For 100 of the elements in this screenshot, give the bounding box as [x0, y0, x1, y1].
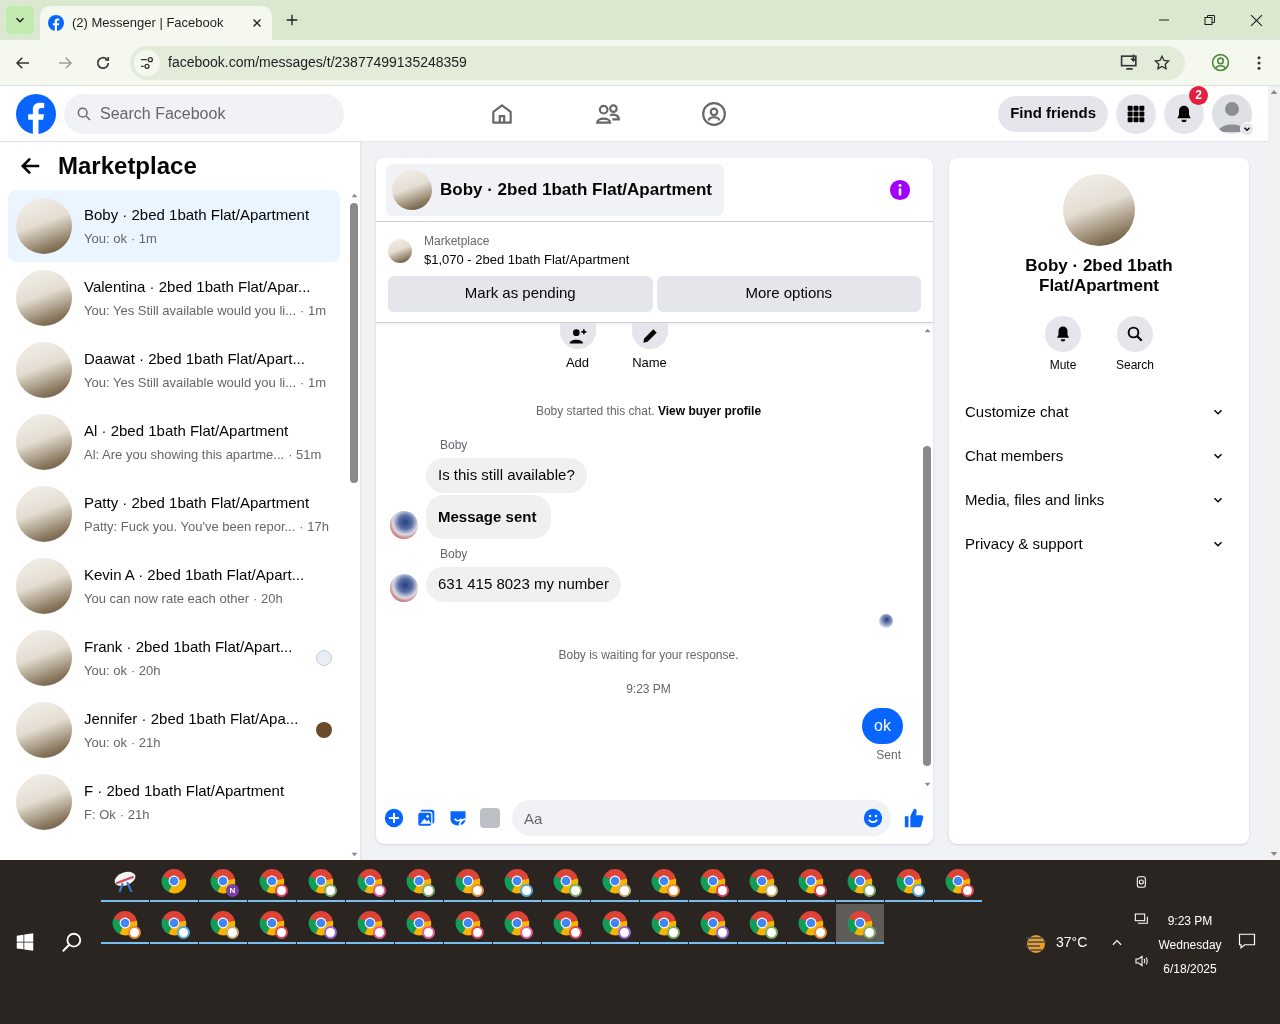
url-text: facebook.com/messages/t/23877499135248359	[168, 53, 468, 72]
message-bubble: Is this still available?	[426, 458, 587, 493]
message-time: · 21h	[130, 733, 161, 752]
browser-tab[interactable]: (2) Messenger | Facebook	[40, 6, 272, 40]
site-settings-icon[interactable]	[139, 54, 155, 71]
browser-icon	[602, 910, 628, 936]
account-button[interactable]	[1212, 93, 1252, 134]
clock-date: 6/18/2025	[1163, 961, 1217, 978]
message-bubble: ok	[862, 707, 903, 744]
profile-action-button[interactable]: Mute	[1039, 316, 1087, 374]
view-buyer-profile-link[interactable]: View buyer profile	[657, 404, 762, 418]
chat-started-notice: Boby started this chat. View buyer profile	[534, 403, 763, 420]
message-preview: You: Yes Still available would you li...	[84, 301, 296, 320]
message-time: · 20h	[130, 661, 161, 680]
scroll-up-arrow-icon[interactable]	[1269, 88, 1279, 96]
tab-title: (2) Messenger | Facebook	[72, 14, 225, 33]
browser-icon	[504, 910, 530, 936]
back-arrow-icon[interactable]	[20, 155, 42, 177]
browser-icon	[455, 910, 481, 936]
browser-icon	[308, 910, 334, 936]
chat-title: Boby · 2bed 1bath Flat/Apartment	[440, 178, 714, 201]
message-input[interactable]: Aa	[512, 800, 891, 836]
section-header[interactable]: Chat members	[965, 434, 1233, 478]
message-time: · 17h	[299, 517, 329, 536]
message-preview: Al: Are you showing this apartme...	[84, 445, 285, 464]
sender-name: Boby	[440, 437, 469, 454]
taskbar-app-button[interactable]	[836, 904, 884, 944]
section-header[interactable]: Privacy & support	[965, 522, 1233, 566]
install-app-icon[interactable]	[1120, 53, 1139, 72]
section-header[interactable]: Media, files and links	[965, 478, 1233, 522]
plus-icon[interactable]	[284, 12, 300, 28]
conversation-name: F · 2bed 1bath Flat/Apartment	[84, 781, 286, 801]
browser-icon	[161, 910, 187, 936]
scrollbar-thumb[interactable]	[350, 203, 358, 483]
browser-icon	[406, 910, 432, 936]
sender-name: Boby	[440, 546, 469, 563]
browser-icon	[504, 868, 530, 894]
notification-center-icon[interactable]	[1238, 932, 1256, 950]
address-bar[interactable]: facebook.com/messages/t/23877499135248359	[130, 45, 1185, 80]
conversation-name: Al · 2bed 1bath Flat/Apartment	[84, 421, 290, 441]
message-time: · 1m	[300, 301, 326, 320]
speaker-icon[interactable]	[1133, 953, 1151, 969]
conversation-item[interactable]: Boby · 2bed 1bath Flat/Apartment You: ok · 1m	[8, 190, 340, 262]
scroll-up-arrow-icon[interactable]	[922, 326, 932, 334]
listing-action-button[interactable]: Mark as pending	[388, 275, 653, 312]
browser-icon	[259, 868, 285, 894]
weather-widget[interactable]: 37°C	[1024, 930, 1088, 954]
info-icon[interactable]	[889, 178, 911, 201]
scroll-down-arrow-icon[interactable]	[922, 781, 932, 788]
plus-circle-icon[interactable]	[384, 808, 404, 828]
message-bubble: Message sent	[426, 494, 552, 539]
scroll-up-arrow-icon[interactable]	[349, 192, 359, 199]
conversation-name: Boby · 2bed 1bath Flat/Apartment	[84, 205, 311, 225]
browser-icon	[259, 910, 285, 936]
photo-placeholder	[16, 486, 72, 542]
menu-button[interactable]	[1116, 93, 1156, 134]
facebook-logo-icon[interactable]	[16, 93, 56, 134]
emoji-icon[interactable]	[863, 808, 883, 828]
taskbar-app-button[interactable]: N	[199, 862, 247, 902]
photo-placeholder	[388, 238, 412, 263]
message-time: · 51m	[288, 445, 322, 464]
message-preview: You: Yes Still available would you li...	[84, 373, 296, 392]
message-preview: You: ok	[84, 733, 127, 752]
groups-icon[interactable]	[701, 100, 727, 127]
message-preview: You: ok	[84, 661, 127, 680]
message-preview: You: ok	[84, 229, 127, 248]
browser-icon	[896, 868, 922, 894]
conversation-title: Boby · 2bed 1bath Flat/Apartment	[1024, 256, 1174, 296]
message-time: · 20h	[253, 589, 283, 608]
clock[interactable]: 9:23 PM Wednesday 6/18/2025	[1154, 912, 1226, 978]
profile-icon[interactable]	[1211, 53, 1230, 72]
profile-action-button[interactable]: Search	[1111, 316, 1159, 374]
windows-start-icon[interactable]	[16, 933, 34, 951]
listing-action-button[interactable]: More options	[656, 275, 921, 312]
bell-icon	[1054, 325, 1072, 343]
scrollbar-thumb[interactable]	[923, 445, 931, 766]
find-friends-button[interactable]: Find friends	[998, 95, 1108, 132]
image-icon[interactable]	[416, 808, 436, 828]
message-preview: Patty: Fuck you. You've been repor...	[84, 517, 296, 536]
conversation-name: Daawat · 2bed 1bath Flat/Apart...	[84, 349, 306, 369]
close-icon[interactable]	[1250, 13, 1263, 27]
browser-icon	[553, 868, 579, 894]
chat-title-button[interactable]: Boby · 2bed 1bath Flat/Apartment	[386, 163, 725, 216]
photo-placeholder	[392, 169, 432, 210]
scroll-down-arrow-icon[interactable]	[1269, 850, 1279, 858]
conversation-name: Jennifer · 2bed 1bath Flat/Apa...	[84, 709, 300, 729]
scroll-down-arrow-icon[interactable]	[349, 851, 359, 858]
section-header[interactable]: Customize chat	[965, 390, 1233, 434]
star-icon[interactable]	[1153, 53, 1171, 72]
restore-icon[interactable]	[1204, 14, 1216, 26]
browser-icon	[798, 868, 824, 894]
photo-placeholder	[16, 630, 72, 686]
search-field[interactable]: Search Facebook	[64, 93, 344, 134]
browser-icon	[455, 868, 481, 894]
search-icon[interactable]	[61, 931, 83, 953]
browser-icon	[651, 868, 677, 894]
browser-icon	[651, 910, 677, 936]
temperature: 37°C	[1056, 932, 1088, 952]
thumbs-up-icon[interactable]	[903, 807, 925, 829]
sticker-icon[interactable]	[448, 808, 468, 828]
